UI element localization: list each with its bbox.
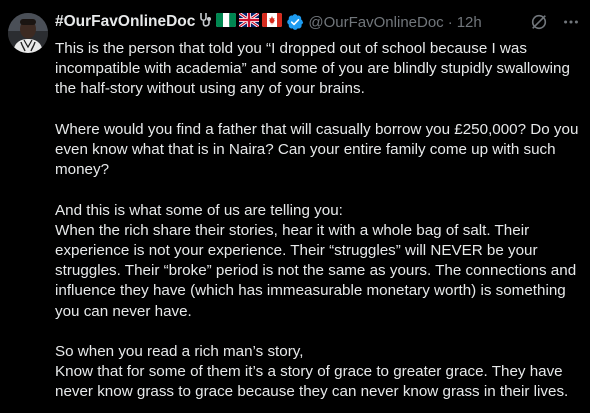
tweet-paragraph: And this is what some of us are telling … [55, 201, 577, 320]
tweet-text: This is the person that told you “I drop… [55, 39, 585, 403]
tweet-paragraph: So when you read a rich man’s story, Kno… [55, 343, 569, 401]
uk-flag-icon [238, 11, 261, 32]
canada-flag-icon [262, 12, 283, 32]
tweet-paragraph: This is the person that told you “I drop… [55, 40, 570, 98]
verified-badge-icon [286, 13, 304, 31]
stethoscope-icon [198, 12, 213, 33]
display-name[interactable]: #OurFavOnlineDoc [55, 13, 195, 31]
more-options-icon[interactable] [562, 13, 580, 31]
tweet-header: #OurFavOnlineDoc @OurFavOnlineDoc · 12h [55, 11, 580, 33]
tweet-paragraph: Where would you find a father that will … [55, 120, 579, 179]
tweet: #OurFavOnlineDoc @OurFavOnlineDoc · 12h … [0, 0, 590, 413]
name-emojis [198, 11, 283, 33]
grok-icon[interactable] [530, 13, 548, 31]
timestamp[interactable]: 12h [457, 14, 482, 31]
nigeria-flag-icon [216, 12, 237, 32]
avatar[interactable] [8, 13, 48, 53]
separator-dot: · [447, 13, 453, 31]
handle[interactable]: @OurFavOnlineDoc [308, 14, 443, 31]
header-actions [530, 13, 580, 31]
